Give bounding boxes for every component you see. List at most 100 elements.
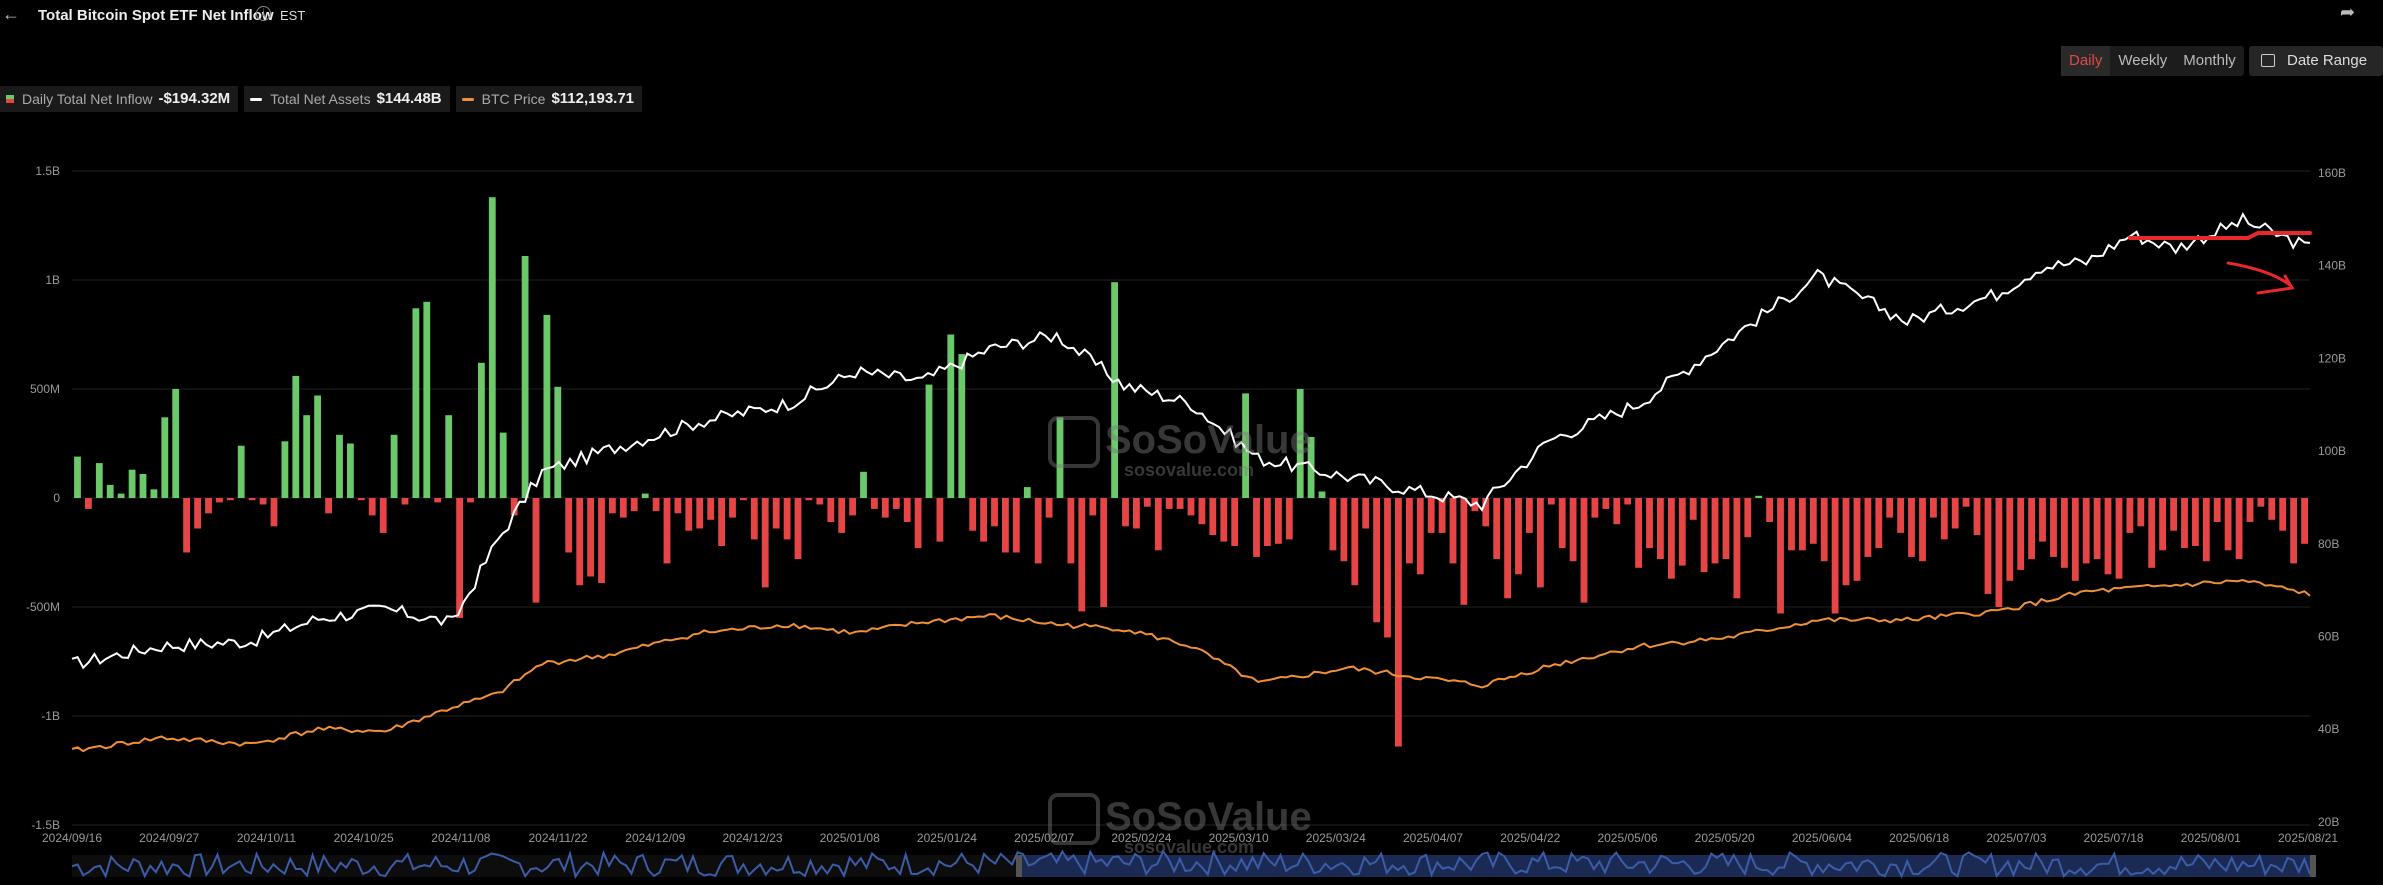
inflow-bar	[1995, 498, 2003, 607]
x-tick-label: 2024/10/25	[334, 831, 394, 845]
inflow-bar	[1919, 498, 1926, 562]
inflow-bar	[1416, 498, 1424, 575]
inflow-bar	[1842, 498, 1850, 586]
inflow-bar	[1012, 498, 1020, 553]
inflow-bar	[303, 415, 311, 498]
inflow-bar	[619, 498, 627, 518]
inflow-bar	[1908, 498, 1915, 557]
inflow-bar	[936, 498, 944, 542]
inflow-bar	[1034, 498, 1042, 564]
range-navigator[interactable]	[71, 849, 2316, 879]
inflow-bar	[2192, 498, 2199, 546]
inflow-bar	[85, 498, 92, 509]
inflow-bar	[1395, 498, 1402, 747]
inflow-bar	[1875, 498, 1883, 549]
inflow-bar	[2039, 498, 2046, 542]
inflow-bar	[456, 498, 463, 618]
inflow-bar	[1744, 498, 1752, 538]
right-tick-label: 80B	[2318, 537, 2339, 551]
inflow-bar	[2071, 498, 2079, 581]
inflow-bar	[1045, 498, 1053, 518]
inflow-bar	[106, 484, 114, 498]
inflow-bar	[1373, 498, 1380, 623]
inflow-bar	[1973, 498, 1981, 536]
inflow-bar	[1569, 498, 1577, 562]
inflow-bar	[685, 498, 693, 531]
inflow-bar	[761, 498, 769, 588]
annotation-arrow-icon	[2226, 261, 2295, 295]
etf-inflow-chart[interactable]: 1.5B 1B 500M 0 -500M -1B -1.5B 160B 140B 120B 100…	[0, 0, 2383, 885]
inflow-bar	[117, 493, 125, 498]
inflow-bar	[1547, 498, 1555, 505]
inflow-bar	[1853, 498, 1861, 581]
navigator-right-handle[interactable]	[2310, 855, 2316, 877]
inflow-bar	[1788, 498, 1795, 551]
inflow-bar	[172, 389, 180, 498]
inflow-bar	[1460, 498, 1468, 605]
inflow-bar	[259, 498, 267, 505]
inflow-bar	[1700, 498, 1708, 573]
inflow-bar	[2093, 498, 2101, 559]
right-tick-label: 20B	[2318, 815, 2339, 829]
inflow-bar	[1504, 498, 1511, 599]
inflow-bar	[2213, 498, 2221, 522]
inflow-bar	[969, 498, 977, 531]
inflow-bar	[1165, 498, 1173, 509]
right-tick-label: 140B	[2318, 259, 2346, 273]
inflow-bar	[2170, 498, 2177, 531]
inflow-bar	[412, 308, 420, 498]
inflow-bar	[871, 498, 878, 509]
right-tick-label: 60B	[2318, 630, 2339, 644]
right-tick-label: 40B	[2318, 722, 2339, 736]
inflow-bar	[379, 498, 387, 533]
inflow-bar	[772, 498, 780, 529]
inflow-bar	[292, 375, 300, 498]
inflow-bar	[1056, 417, 1064, 498]
inflow-bar	[1427, 498, 1435, 533]
inflow-bar	[1406, 498, 1413, 564]
inflow-bar	[1002, 498, 1009, 553]
inflow-bar	[532, 498, 540, 603]
inflow-bar	[1984, 498, 1992, 594]
navigator-left-handle[interactable]	[1016, 855, 1022, 877]
inflow-bar	[2268, 498, 2276, 520]
inflow-bar	[1100, 498, 1108, 607]
watermark-brand: SoSoValue	[1105, 418, 1312, 462]
inflow-bar	[663, 498, 671, 564]
x-tick-label: 2024/12/09	[625, 831, 685, 845]
x-tick-label: 2024/10/11	[237, 831, 296, 845]
right-tick-label: 120B	[2318, 351, 2346, 365]
left-tick-label: -500M	[26, 600, 60, 614]
left-tick-label: 1B	[45, 273, 60, 287]
inflow-bar	[2126, 498, 2134, 533]
x-tick-label: 2025/08/21	[2278, 831, 2338, 845]
inflow-bar	[696, 498, 704, 529]
x-tick-label: 2025/04/07	[1403, 831, 1463, 845]
x-tick-label: 2025/07/18	[2084, 831, 2144, 845]
inflow-bar	[150, 489, 158, 498]
inflow-bar	[1275, 498, 1282, 544]
inflow-bar	[1755, 495, 1763, 498]
inflow-bar	[674, 498, 682, 514]
inflow-bar	[914, 498, 922, 549]
inflow-bar	[2137, 498, 2145, 527]
inflow-bar	[805, 498, 813, 501]
x-tick-label: 2025/08/01	[2181, 831, 2241, 845]
inflow-bar	[270, 498, 278, 527]
inflow-bar	[74, 456, 81, 498]
inflow-bar	[1678, 498, 1686, 566]
inflow-bar	[947, 334, 955, 498]
inflow-bar	[816, 498, 824, 505]
inflow-bar	[1777, 498, 1784, 614]
inflow-bar	[1384, 498, 1391, 638]
inflow-bar	[2115, 498, 2123, 579]
inflow-bar	[2301, 498, 2308, 544]
inflow-bar	[1930, 498, 1937, 518]
inflow-bar	[1362, 498, 1370, 529]
inflow-bar	[1635, 498, 1642, 568]
inflow-bar	[434, 498, 442, 503]
inflow-bar	[336, 434, 343, 498]
hand-annotation	[2128, 231, 2312, 295]
right-axis-ticks: 160B 140B 120B 100B 80B 60B 40B 20B	[2318, 166, 2346, 829]
inflow-bar	[216, 498, 223, 503]
